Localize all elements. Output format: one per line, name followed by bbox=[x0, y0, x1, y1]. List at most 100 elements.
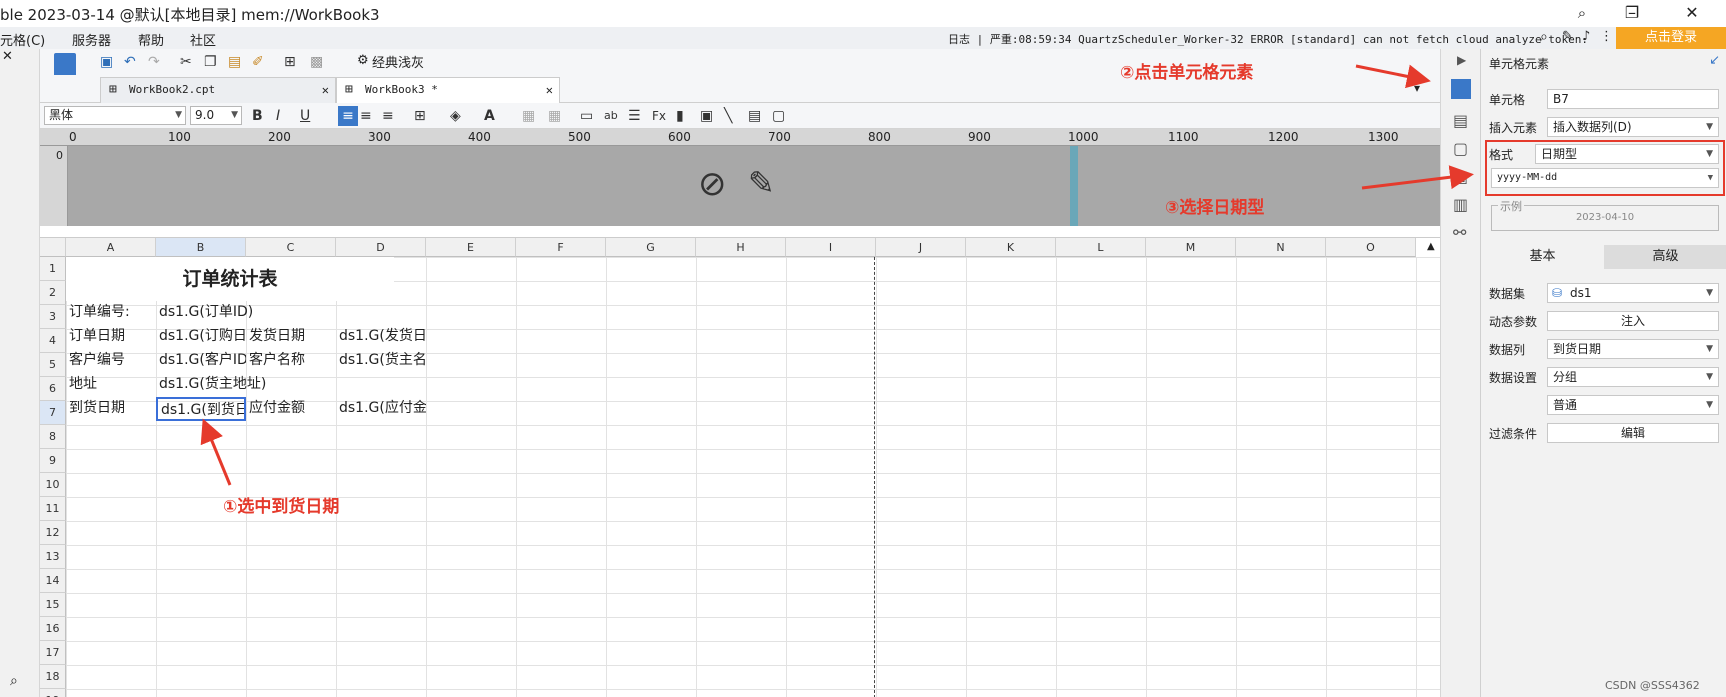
subreport-icon[interactable]: ▤ bbox=[748, 106, 761, 126]
border-icon[interactable]: ⊞ bbox=[414, 106, 426, 126]
menu-cell[interactable]: 元格(C) bbox=[0, 30, 45, 49]
chart-icon[interactable]: ▮ bbox=[676, 106, 684, 126]
pattern-select[interactable]: yyyy-MM-dd ▼ bbox=[1491, 168, 1719, 188]
scroll-up-icon[interactable]: ▲ bbox=[1427, 241, 1435, 252]
column-header[interactable]: L bbox=[1056, 238, 1146, 257]
row-header[interactable]: 11 bbox=[40, 497, 66, 521]
search-icon[interactable]: ⌕ bbox=[1540, 29, 1548, 45]
row-header[interactable]: 14 bbox=[40, 569, 66, 593]
font-color-icon[interactable]: A bbox=[484, 106, 495, 126]
cell-c4[interactable]: 发货日期 bbox=[246, 325, 336, 349]
column-header[interactable]: H bbox=[696, 238, 786, 257]
log-label[interactable]: 日志 bbox=[948, 33, 970, 46]
tab-workbook2[interactable]: ⊞ WorkBook2.cpt ✕ bbox=[100, 77, 336, 103]
pin-icon[interactable]: ↙ bbox=[1709, 53, 1720, 68]
column-header[interactable]: E bbox=[426, 238, 516, 257]
cell-d5[interactable]: ds1.G(货主名称) bbox=[336, 349, 426, 373]
image-icon[interactable]: ▣ bbox=[700, 106, 713, 126]
collapse-icon[interactable]: ✕ bbox=[2, 49, 13, 64]
report-title-cell[interactable]: 订单统计表 bbox=[66, 257, 394, 301]
row-header[interactable]: 7 bbox=[40, 401, 66, 425]
menu-community[interactable]: 社区 bbox=[190, 30, 216, 49]
slash-icon[interactable]: ╲ bbox=[724, 106, 732, 126]
align-left-icon[interactable]: ≡ bbox=[338, 106, 358, 126]
cell-b4[interactable]: ds1.G(订购日期) bbox=[156, 325, 246, 349]
text-icon[interactable]: ab bbox=[604, 106, 618, 126]
cell-d4[interactable]: ds1.G(发货日期) bbox=[336, 325, 426, 349]
row-header[interactable]: 17 bbox=[40, 641, 66, 665]
column-header[interactable]: J bbox=[876, 238, 966, 257]
row-header[interactable]: 16 bbox=[40, 617, 66, 641]
cut-icon[interactable]: ✂ bbox=[180, 52, 192, 72]
font-select[interactable]: 黑体 ▼ bbox=[44, 106, 186, 125]
cell-b7-selected[interactable]: ds1.G(到货日期) bbox=[156, 397, 246, 421]
inject-button[interactable]: 注入 bbox=[1547, 311, 1719, 331]
menu-server[interactable]: 服务器 bbox=[72, 30, 111, 49]
dataset-select[interactable]: ⛁ ds1 ▼ bbox=[1547, 283, 1719, 303]
cell-attribute-icon[interactable]: ▤ bbox=[1453, 111, 1468, 130]
column-header[interactable]: C bbox=[246, 238, 336, 257]
column-header[interactable]: N bbox=[1236, 238, 1326, 257]
setting-select[interactable]: 分组 ▼ bbox=[1547, 367, 1719, 387]
row-header[interactable]: 4 bbox=[40, 329, 66, 353]
bell-icon[interactable]: ♪ bbox=[1582, 29, 1590, 44]
cell-field[interactable]: B7 bbox=[1547, 89, 1719, 109]
column-header[interactable]: K bbox=[966, 238, 1056, 257]
redo-icon[interactable]: ↷ bbox=[148, 52, 160, 72]
cell-c7[interactable]: 应付金额 bbox=[246, 397, 336, 421]
row-header[interactable]: 2 bbox=[40, 281, 66, 305]
column-header[interactable]: D bbox=[336, 238, 426, 257]
column-header[interactable]: B bbox=[156, 238, 246, 257]
tab-advanced[interactable]: 高级 bbox=[1604, 245, 1726, 269]
wrap-icon[interactable]: ☰ bbox=[628, 106, 641, 126]
edit-icon[interactable]: ✎ bbox=[1562, 29, 1573, 44]
formula-icon[interactable]: Fx bbox=[652, 106, 666, 126]
row-header[interactable]: 5 bbox=[40, 353, 66, 377]
align-right-icon[interactable]: ≡ bbox=[382, 106, 394, 126]
close-icon[interactable]: ✕ bbox=[322, 78, 329, 102]
hyperlink-icon[interactable]: ⚯ bbox=[1453, 223, 1466, 242]
cell-element-icon[interactable] bbox=[1451, 79, 1471, 99]
font-size-select[interactable]: 9.0 ▼ bbox=[190, 106, 242, 125]
save-icon[interactable]: ▣ bbox=[100, 52, 113, 72]
bold-button[interactable]: B bbox=[252, 106, 263, 126]
row-header[interactable]: 8 bbox=[40, 425, 66, 449]
login-button[interactable]: 点击登录 bbox=[1616, 27, 1726, 49]
hide-icon[interactable]: ⊘ bbox=[698, 164, 727, 204]
row-header[interactable]: 10 bbox=[40, 473, 66, 497]
cell-a4[interactable]: 订单日期 bbox=[66, 325, 156, 349]
disabled-icon[interactable]: ▩ bbox=[310, 52, 323, 72]
align-center-icon[interactable]: ≡ bbox=[360, 106, 372, 126]
insert-select[interactable]: 插入数据列(D) ▼ bbox=[1547, 117, 1719, 137]
column-header[interactable]: M bbox=[1146, 238, 1236, 257]
filter-edit-button[interactable]: 编辑 bbox=[1547, 423, 1719, 443]
underline-button[interactable]: U bbox=[300, 106, 310, 126]
cell-d7[interactable]: ds1.G(应付金额) bbox=[336, 397, 426, 421]
row-header[interactable]: 13 bbox=[40, 545, 66, 569]
widget-icon[interactable]: ▣ bbox=[1453, 167, 1468, 186]
more-format-icon[interactable]: ▢ bbox=[772, 106, 785, 126]
cell-a7[interactable]: 到货日期 bbox=[66, 397, 156, 421]
more-icon[interactable]: ⋮ bbox=[1600, 29, 1613, 44]
column-header[interactable]: F bbox=[516, 238, 606, 257]
close-icon[interactable]: ✕ bbox=[546, 78, 553, 102]
row-header[interactable]: 3 bbox=[40, 305, 66, 329]
cell-c5[interactable]: 客户名称 bbox=[246, 349, 336, 373]
paste-icon[interactable]: ▤ bbox=[228, 52, 241, 72]
search-icon[interactable]: ⌕ bbox=[1562, 1, 1602, 25]
search-icon[interactable]: ⌕ bbox=[10, 673, 18, 689]
preview-icon[interactable]: ⊞ bbox=[284, 52, 296, 72]
cell-b3[interactable]: ds1.G(订单ID) bbox=[156, 301, 394, 325]
column-header[interactable]: I bbox=[786, 238, 876, 257]
row-header[interactable]: 19 bbox=[40, 689, 66, 697]
row-header[interactable]: 1 bbox=[40, 257, 66, 281]
select-all-corner[interactable] bbox=[40, 238, 66, 257]
format-painter-icon[interactable]: ✐ bbox=[252, 52, 264, 72]
style-icon[interactable]: ⚙ bbox=[357, 53, 369, 68]
fill-color-icon[interactable]: ◈ bbox=[450, 106, 461, 126]
cell-a5[interactable]: 客户编号 bbox=[66, 349, 156, 373]
row-header[interactable]: 12 bbox=[40, 521, 66, 545]
merge-icon[interactable]: ▦ bbox=[522, 106, 535, 126]
close-button[interactable]: ✕ bbox=[1672, 1, 1712, 25]
link-icon[interactable]: ▭ bbox=[580, 106, 593, 126]
